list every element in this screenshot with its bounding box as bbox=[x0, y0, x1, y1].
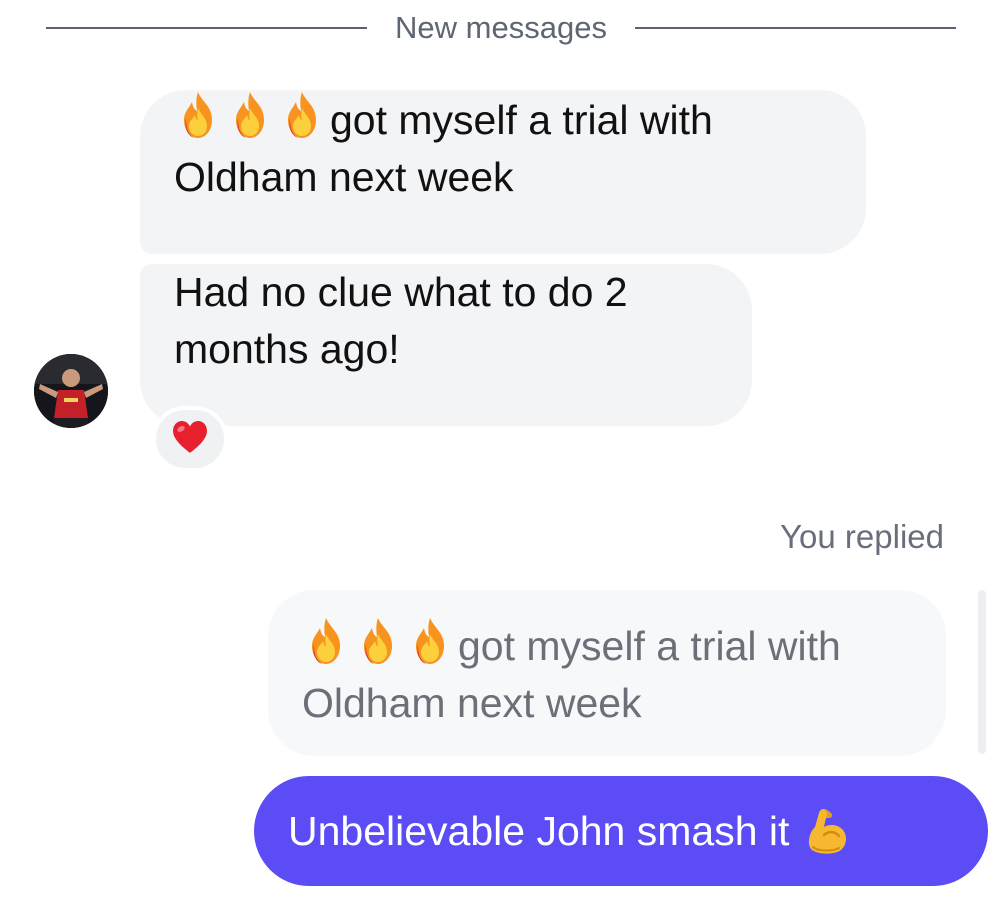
fire-icon bbox=[354, 616, 402, 666]
sender-avatar[interactable] bbox=[34, 354, 108, 428]
fire-icon bbox=[174, 90, 222, 140]
message-text: Unbelievable John smash it bbox=[288, 807, 790, 854]
fire-icon bbox=[302, 616, 350, 666]
divider-line-right bbox=[634, 27, 957, 29]
fire-icon bbox=[406, 616, 454, 666]
flexed-biceps-icon bbox=[801, 805, 853, 857]
fire-icon bbox=[226, 90, 274, 140]
fire-icon bbox=[278, 90, 326, 140]
scrollbar[interactable] bbox=[978, 590, 986, 754]
chat-thread: New messages got myself a trial with Old… bbox=[0, 0, 1008, 900]
message-text: Had no clue what to do 2 months ago! bbox=[174, 269, 628, 372]
outgoing-message-bubble[interactable]: Unbelievable John smash it bbox=[254, 776, 988, 886]
quoted-reply-bubble[interactable]: got myself a trial with Oldham next week bbox=[268, 590, 946, 756]
reaction-badge[interactable] bbox=[152, 406, 228, 472]
heart-icon bbox=[171, 420, 209, 459]
divider-label: New messages bbox=[395, 10, 607, 45]
incoming-message-bubble[interactable]: Had no clue what to do 2 months ago! bbox=[140, 264, 752, 426]
new-messages-divider: New messages bbox=[46, 8, 957, 48]
you-replied-label: You replied bbox=[780, 518, 944, 555]
incoming-message-bubble[interactable]: got myself a trial with Oldham next week bbox=[140, 90, 866, 254]
divider-line-left bbox=[46, 27, 368, 29]
